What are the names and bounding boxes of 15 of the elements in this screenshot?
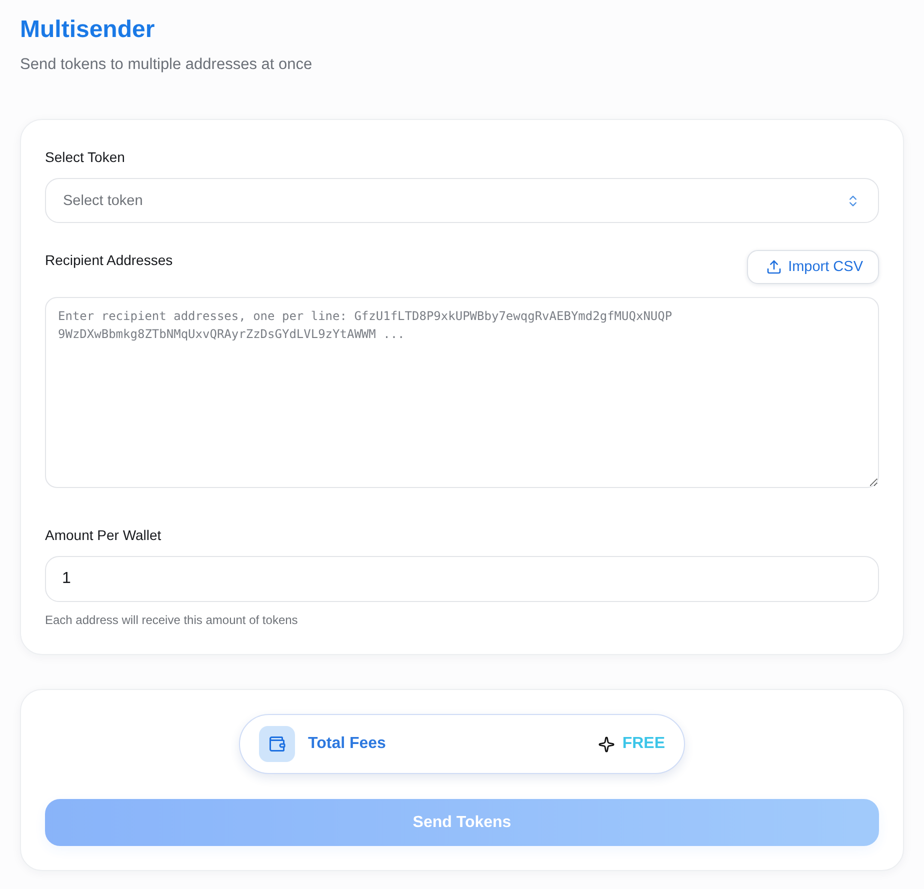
- upload-icon: [766, 259, 782, 275]
- fees-label: Total Fees: [308, 735, 386, 753]
- field-label: Recipient Addresses: [45, 251, 173, 270]
- fees-value: FREE: [622, 735, 665, 753]
- field-label: Amount Per Wallet: [45, 526, 162, 545]
- page-title: Multisender: [20, 15, 155, 45]
- amount-input[interactable]: 1: [45, 556, 879, 602]
- helper-text: Each address will receive this amount of tokens: [45, 612, 298, 628]
- sparkle-icon: [598, 736, 616, 752]
- addresses-textarea[interactable]: Enter recipient addresses, one per line: GfzU1fLTD8P9xkUPWBby7ewqgRvAEBYmd2gfMUQxNUQP 9WzDXwBbmkg8ZTbNMqUxvQRAyrZzDsGYdLVL9zYtAWWM ...: [45, 297, 879, 488]
- token-select[interactable]: Select token: [45, 178, 879, 223]
- import-csv-button[interactable]: Import CSV: [747, 250, 879, 284]
- field-label: Select Token: [45, 148, 125, 167]
- page-subtitle: Send tokens to multiple addresses at once: [20, 55, 312, 75]
- wallet-icon: [259, 726, 295, 762]
